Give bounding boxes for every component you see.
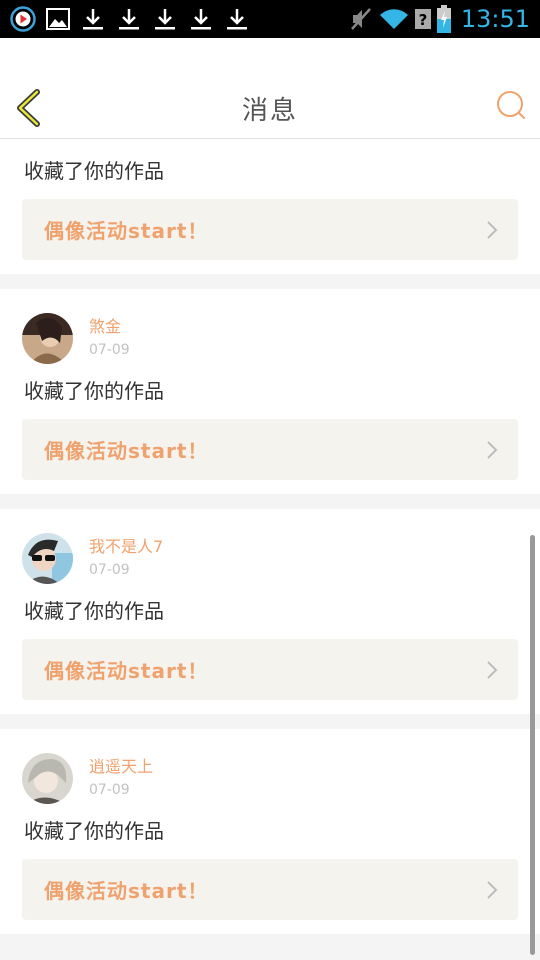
- app-header: 消息: [0, 38, 540, 139]
- download-icon: [83, 9, 103, 30]
- avatar[interactable]: [22, 752, 73, 804]
- battery-charging-icon: [436, 5, 451, 33]
- download-icon: [227, 9, 247, 30]
- user-row: 逍遥天上 07-09: [22, 751, 518, 805]
- work-title: 偶像活动start！: [44, 439, 209, 463]
- chevron-right-icon: [487, 661, 498, 679]
- scrollbar[interactable]: [530, 535, 535, 955]
- message-date: 07-09: [89, 781, 130, 798]
- work-link[interactable]: 偶像活动start！: [22, 859, 518, 920]
- action-text: 收藏了你的作品: [24, 379, 164, 403]
- action-text: 收藏了你的作品: [24, 599, 164, 623]
- message-date: 07-09: [89, 561, 130, 578]
- chevron-right-icon: [487, 881, 498, 899]
- media-play-icon: [10, 6, 36, 32]
- message-date: 07-09: [89, 341, 130, 358]
- search-icon[interactable]: [496, 90, 526, 120]
- work-title: 偶像活动start！: [44, 879, 209, 903]
- work-link[interactable]: 偶像活动start！: [22, 419, 518, 480]
- work-title: 偶像活动start！: [44, 219, 209, 243]
- work-link[interactable]: 偶像活动start！: [22, 639, 518, 700]
- unknown-sim-icon: ?: [414, 9, 431, 29]
- notification-icons: [10, 5, 250, 33]
- user-meta: 煞金 07-09: [89, 316, 130, 361]
- user-row: 我不是人7 07-09: [22, 531, 518, 585]
- user-meta: 逍遥天上 07-09: [89, 756, 153, 801]
- avatar[interactable]: [22, 312, 73, 364]
- chevron-right-icon: [487, 441, 498, 459]
- status-time: 13:51: [460, 5, 530, 33]
- message-list: 收藏了你的作品 偶像活动start！ 煞金 07-09 收藏了你的作品 偶像活动: [0, 139, 540, 949]
- svg-text:?: ?: [418, 11, 427, 29]
- username[interactable]: 煞金: [89, 316, 130, 338]
- chevron-right-icon: [487, 221, 498, 239]
- system-icons: ? 13:51: [349, 4, 530, 34]
- download-icon: [191, 9, 211, 30]
- mute-icon: [350, 8, 371, 30]
- work-link[interactable]: 偶像活动start！: [22, 199, 518, 260]
- message-card: 收藏了你的作品 偶像活动start！: [0, 139, 540, 274]
- user-row: 煞金 07-09: [22, 311, 518, 365]
- message-card: 我不是人7 07-09 收藏了你的作品 偶像活动start！: [0, 509, 540, 714]
- page-title: 消息: [241, 96, 298, 126]
- username[interactable]: 逍遥天上: [89, 756, 153, 778]
- username[interactable]: 我不是人7: [89, 536, 163, 558]
- action-text: 收藏了你的作品: [24, 159, 164, 183]
- work-title: 偶像活动start！: [44, 659, 209, 683]
- user-meta: 我不是人7 07-09: [89, 536, 163, 581]
- message-card: 煞金 07-09 收藏了你的作品 偶像活动start！: [0, 289, 540, 494]
- status-bar: ? 13:51: [0, 0, 540, 38]
- avatar[interactable]: [22, 532, 73, 584]
- image-icon: [46, 8, 70, 30]
- download-icon: [119, 9, 139, 30]
- download-icon: [155, 9, 175, 30]
- wifi-icon: [379, 9, 408, 29]
- message-card: 逍遥天上 07-09 收藏了你的作品 偶像活动start！: [0, 729, 540, 934]
- action-text: 收藏了你的作品: [24, 819, 164, 843]
